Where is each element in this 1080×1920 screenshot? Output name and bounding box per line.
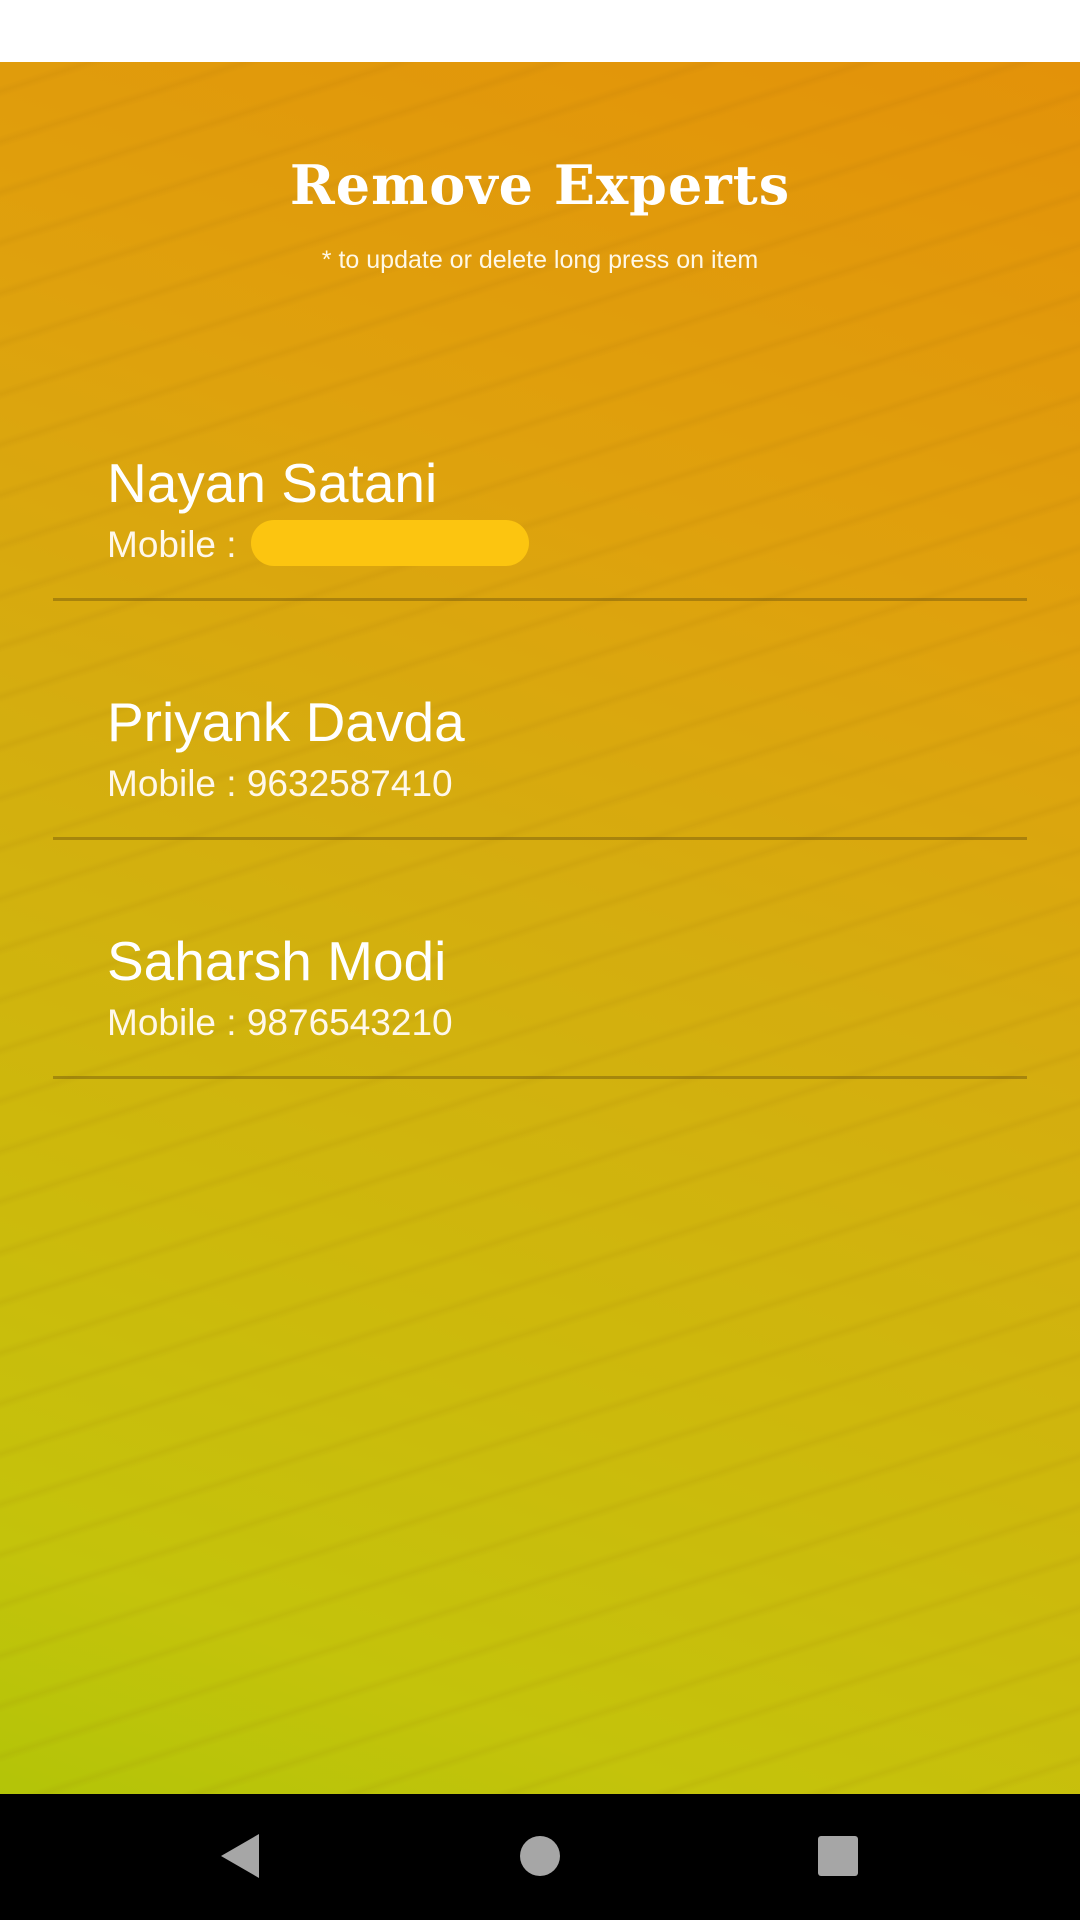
mobile-label: Mobile :	[107, 763, 247, 804]
status-bar	[0, 0, 1080, 62]
mobile-label: Mobile :	[107, 524, 247, 565]
home-icon	[520, 1836, 560, 1876]
expert-item-nayan-satani[interactable]: Nayan Satani Mobile :	[53, 362, 1027, 601]
back-button[interactable]	[200, 1816, 280, 1896]
expert-mobile: Mobile : 9632587410	[107, 761, 453, 807]
redacted-mobile-number	[250, 520, 529, 567]
expert-mobile: Mobile :	[107, 520, 529, 568]
mobile-number: 9632587410	[246, 763, 453, 804]
back-icon	[221, 1834, 259, 1878]
page-title: Remove Experts	[289, 153, 791, 217]
recents-icon	[818, 1836, 858, 1876]
expert-name: Priyank Davda	[107, 691, 465, 753]
expert-list: Nayan Satani Mobile : Priyank Davda Mobi…	[53, 362, 1027, 1079]
expert-item-priyank-davda[interactable]: Priyank Davda Mobile : 9632587410	[53, 601, 1027, 840]
mobile-number: 9876543210	[246, 1002, 453, 1043]
remove-experts-screen: Remove Experts * to update or delete lon…	[0, 62, 1080, 1794]
recents-button[interactable]	[798, 1816, 878, 1896]
home-button[interactable]	[500, 1816, 580, 1896]
navigation-bar	[0, 1794, 1080, 1920]
expert-item-saharsh-modi[interactable]: Saharsh Modi Mobile : 9876543210	[53, 840, 1027, 1079]
expert-mobile: Mobile : 9876543210	[107, 1000, 453, 1046]
expert-name: Nayan Satani	[107, 452, 438, 514]
expert-name: Saharsh Modi	[107, 930, 447, 992]
hint-text: * to update or delete long press on item	[321, 246, 759, 274]
mobile-label: Mobile :	[107, 1002, 247, 1043]
